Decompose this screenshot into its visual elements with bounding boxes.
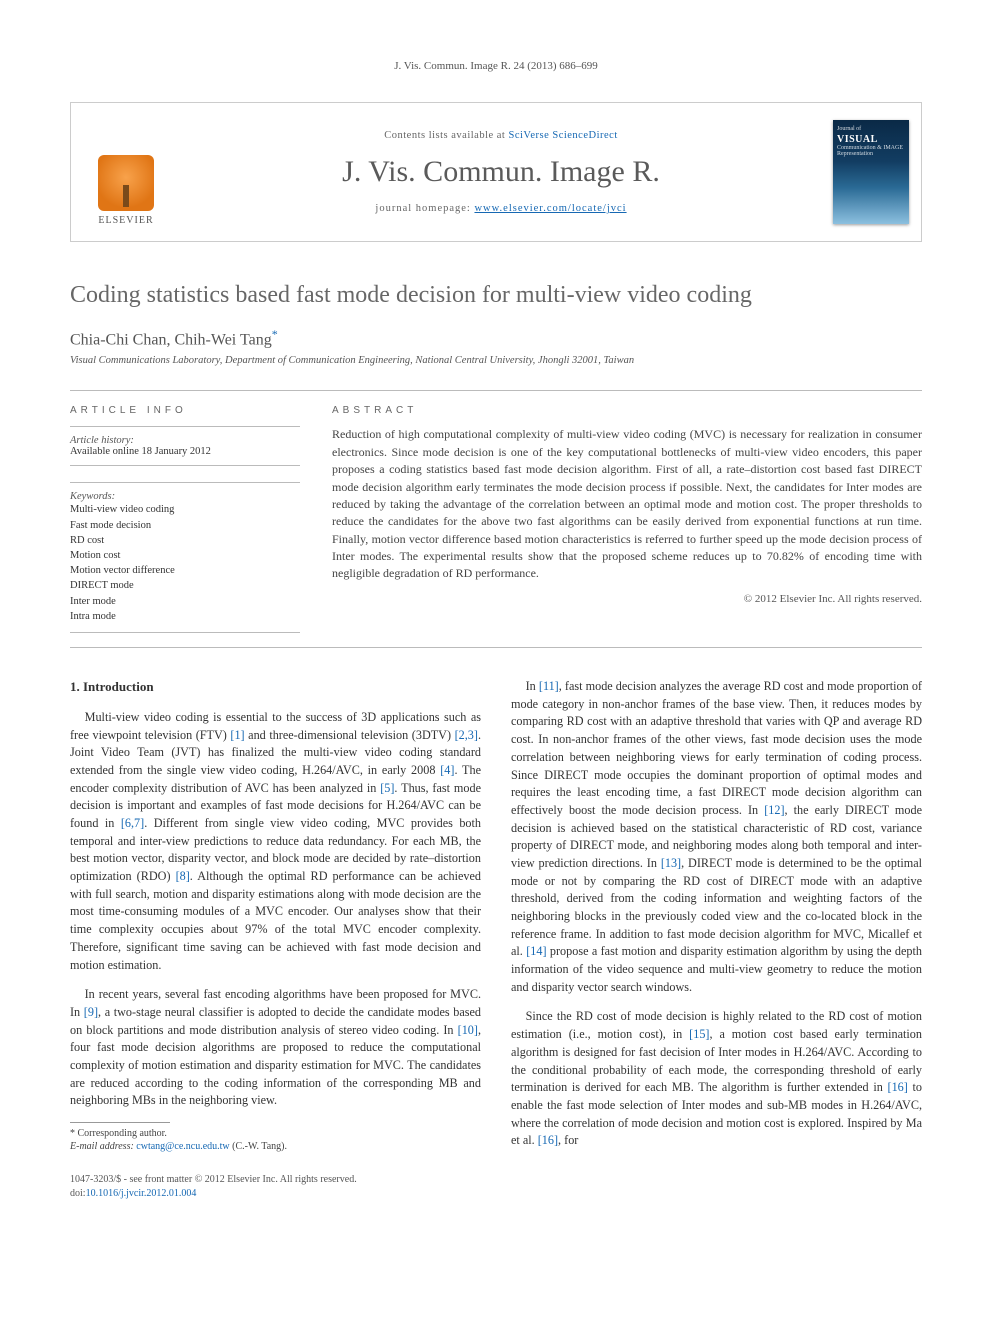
keyword: DIRECT mode — [70, 578, 300, 593]
keywords-label: Keywords: — [70, 491, 300, 502]
elsevier-logo: ELSEVIER — [98, 155, 154, 226]
corresponding-author-link[interactable]: * — [272, 327, 278, 341]
footnote-corr-text: * Corresponding author. — [70, 1127, 481, 1140]
elsevier-tree-icon — [98, 155, 154, 211]
history-label: Article history: — [70, 435, 300, 446]
citation-ref[interactable]: [9] — [84, 1005, 98, 1019]
homepage-line: journal homepage: www.elsevier.com/locat… — [375, 203, 626, 214]
section-heading-introduction: 1. Introduction — [70, 678, 481, 697]
citation-ref[interactable]: [16] — [538, 1133, 558, 1147]
citation-ref[interactable]: [6,7] — [121, 816, 144, 830]
citation-ref[interactable]: [13] — [661, 856, 681, 870]
email-label: E-mail address: — [70, 1141, 136, 1152]
body-paragraph: In [11], fast mode decision analyzes the… — [511, 678, 922, 996]
article-info-label: ARTICLE INFO — [70, 405, 300, 416]
body-paragraph: Multi-view video coding is essential to … — [70, 709, 481, 974]
keyword: Intra mode — [70, 609, 300, 624]
citation-ref[interactable]: [16] — [888, 1080, 908, 1094]
keyword: Fast mode decision — [70, 518, 300, 533]
affiliation: Visual Communications Laboratory, Depart… — [70, 355, 922, 366]
sciencedirect-link[interactable]: SciVerse ScienceDirect — [508, 130, 617, 141]
authors-names: Chia-Chi Chan, Chih-Wei Tang — [70, 331, 272, 348]
article-history-block: Article history: Available online 18 Jan… — [70, 426, 300, 466]
publisher-name: ELSEVIER — [98, 215, 153, 226]
citation-ref[interactable]: [11] — [539, 679, 559, 693]
keyword: Motion vector difference — [70, 563, 300, 578]
citation-ref[interactable]: [12] — [764, 803, 784, 817]
citation-ref[interactable]: [1] — [230, 728, 244, 742]
journal-masthead: ELSEVIER Contents lists available at Sci… — [70, 102, 922, 242]
abstract-copyright: © 2012 Elsevier Inc. All rights reserved… — [332, 593, 922, 605]
front-matter-footer: 1047-3203/$ - see front matter © 2012 El… — [70, 1173, 481, 1200]
keyword: Inter mode — [70, 594, 300, 609]
article-title: Coding statistics based fast mode decisi… — [70, 282, 922, 309]
journal-cover-thumb: Journal of VISUAL Communication & IMAGE … — [833, 120, 909, 224]
keywords-block: Keywords: Multi-view video coding Fast m… — [70, 482, 300, 633]
available-online-date: Available online 18 January 2012 — [70, 446, 300, 457]
doi-link[interactable]: 10.1016/j.jvcir.2012.01.004 — [86, 1188, 197, 1199]
author-email-link[interactable]: cwtang@ce.ncu.edu.tw — [136, 1141, 229, 1152]
contents-lists-line: Contents lists available at SciVerse Sci… — [384, 130, 617, 141]
citation-ref[interactable]: [4] — [440, 763, 454, 777]
journal-title: J. Vis. Commun. Image R. — [342, 155, 660, 189]
abstract-text: Reduction of high computational complexi… — [332, 426, 922, 583]
issn-line: 1047-3203/$ - see front matter © 2012 El… — [70, 1173, 481, 1187]
keywords-list: Multi-view video coding Fast mode decisi… — [70, 502, 300, 624]
keyword: Multi-view video coding — [70, 502, 300, 517]
body-columns: 1. Introduction Multi-view video coding … — [70, 678, 922, 1200]
homepage-link[interactable]: www.elsevier.com/locate/jvci — [474, 203, 626, 214]
footnote-separator — [70, 1122, 170, 1123]
body-paragraph: Since the RD cost of mode decision is hi… — [511, 1008, 922, 1150]
divider — [70, 647, 922, 648]
cover-top-text: Journal of — [837, 126, 905, 132]
authors-line: Chia-Chi Chan, Chih-Wei Tang* — [70, 327, 922, 349]
corresponding-author-footnote: * Corresponding author. E-mail address: … — [70, 1127, 481, 1153]
citation-ref[interactable]: [15] — [689, 1027, 709, 1041]
citation-ref[interactable]: [14] — [526, 944, 546, 958]
keyword: Motion cost — [70, 548, 300, 563]
citation-ref[interactable]: [8] — [176, 869, 190, 883]
citation-ref[interactable]: [2,3] — [455, 728, 478, 742]
cover-title-text: VISUAL — [837, 134, 905, 145]
citation-ref[interactable]: [10] — [458, 1023, 478, 1037]
citation-ref[interactable]: [5] — [380, 781, 394, 795]
cover-sub-text: Communication & IMAGE Representation — [837, 145, 905, 157]
running-head: J. Vis. Commun. Image R. 24 (2013) 686–6… — [70, 60, 922, 72]
publisher-logo-area: ELSEVIER — [71, 103, 181, 241]
body-paragraph: In recent years, several fast encoding a… — [70, 986, 481, 1110]
keyword: RD cost — [70, 533, 300, 548]
abstract-label: ABSTRACT — [332, 405, 922, 416]
email-attribution: (C.-W. Tang). — [230, 1141, 287, 1152]
lists-prefix: Contents lists available at — [384, 130, 508, 141]
homepage-prefix: journal homepage: — [375, 203, 474, 214]
doi-label: doi: — [70, 1188, 86, 1199]
divider — [70, 390, 922, 391]
